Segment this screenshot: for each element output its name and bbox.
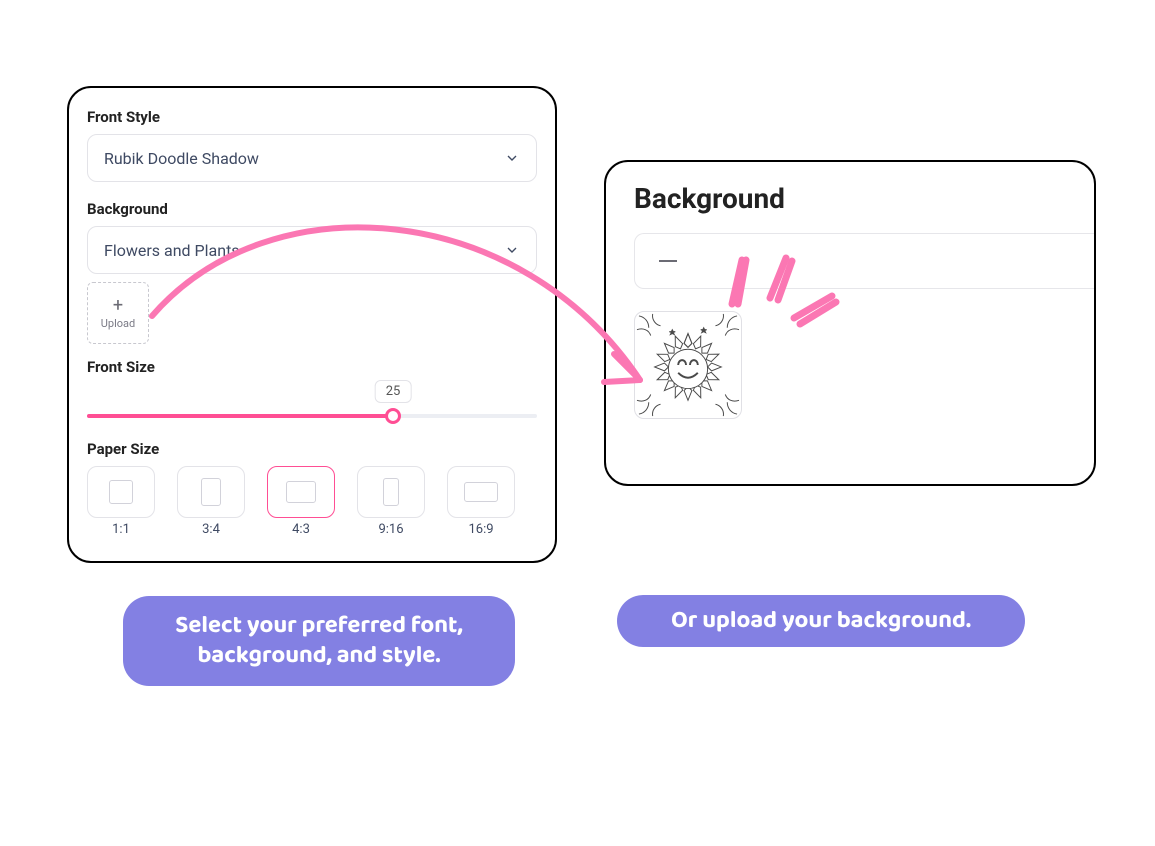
paper-size-label: 3:4 <box>202 522 220 537</box>
paper-size-box <box>357 466 425 518</box>
front-style-value: Rubik Doodle Shadow <box>104 149 259 168</box>
caption-right: Or upload your background. <box>617 595 1025 647</box>
paper-ratio-icon <box>464 482 498 502</box>
paper-size-label: 1:1 <box>112 522 130 537</box>
paper-size-option-4-3[interactable]: 4:3 <box>267 466 335 537</box>
background-dropdown[interactable]: Flowers and Plants <box>87 226 537 274</box>
background-panel-select[interactable] <box>634 233 1094 289</box>
upload-label: Upload <box>101 317 135 330</box>
front-size-label: Front Size <box>87 358 537 376</box>
paper-size-box <box>87 466 155 518</box>
paper-size-option-16-9[interactable]: 16:9 <box>447 466 515 537</box>
background-thumbnail[interactable] <box>634 311 742 419</box>
background-value: Flowers and Plants <box>104 241 240 260</box>
paper-size-label: 9:16 <box>378 522 403 537</box>
upload-button[interactable]: + Upload <box>87 282 149 344</box>
paper-size-box <box>177 466 245 518</box>
empty-selection-dash-icon <box>659 260 677 262</box>
front-size-slider[interactable]: 25 <box>87 384 537 430</box>
paper-ratio-icon <box>383 478 399 506</box>
paper-size-option-3-4[interactable]: 3:4 <box>177 466 245 537</box>
paper-size-box <box>267 466 335 518</box>
slider-thumb[interactable] <box>385 408 401 424</box>
background-panel-title: Background <box>634 182 1094 215</box>
front-style-label: Front Style <box>87 108 537 126</box>
paper-size-box <box>447 466 515 518</box>
paper-size-option-1-1[interactable]: 1:1 <box>87 466 155 537</box>
paper-ratio-icon <box>201 478 221 506</box>
paper-size-label: Paper Size <box>87 440 537 458</box>
caption-left: Select your preferred font, background, … <box>123 596 515 686</box>
paper-size-label: 4:3 <box>292 522 310 537</box>
background-label: Background <box>87 200 537 218</box>
plus-icon: + <box>113 297 123 315</box>
paper-size-label: 16:9 <box>468 522 493 537</box>
paper-size-options: 1:1 3:4 4:3 9:16 16:9 <box>87 466 537 537</box>
front-style-dropdown[interactable]: Rubik Doodle Shadow <box>87 134 537 182</box>
paper-ratio-icon <box>109 480 133 504</box>
paper-ratio-icon <box>286 481 316 503</box>
background-panel: Background <box>604 160 1096 486</box>
paper-size-option-9-16[interactable]: 9:16 <box>357 466 425 537</box>
chevron-down-icon <box>504 150 520 166</box>
chevron-down-icon <box>504 242 520 258</box>
slider-fill <box>87 414 393 418</box>
slider-value-tooltip: 25 <box>375 380 412 403</box>
style-settings-panel: Front Style Rubik Doodle Shadow Backgrou… <box>67 86 557 563</box>
